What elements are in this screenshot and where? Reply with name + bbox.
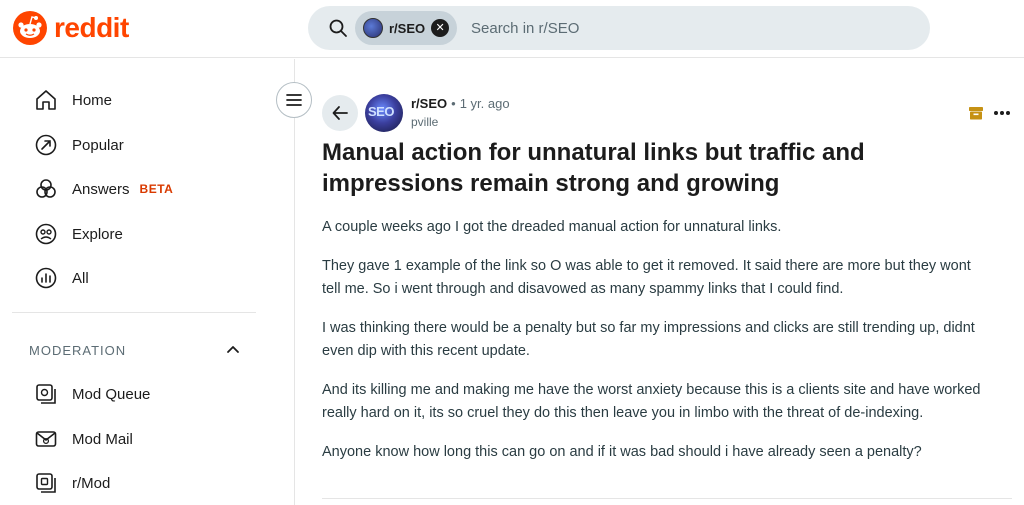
popular-icon bbox=[35, 134, 57, 156]
arrow-left-icon bbox=[332, 106, 348, 120]
logo-wordmark: reddit bbox=[54, 12, 129, 43]
search-input[interactable] bbox=[471, 14, 891, 42]
sidebar-item-r-mod[interactable]: r/Mod bbox=[34, 468, 274, 498]
post-title: Manual action for unnatural links but tr… bbox=[322, 139, 865, 197]
post-divider bbox=[322, 498, 1012, 499]
search-scope-chip: r/SEO ✕ bbox=[355, 11, 458, 45]
sidebar-item-answers[interactable]: Answers BETA bbox=[34, 174, 274, 204]
chevron-up-icon bbox=[227, 346, 239, 353]
sidebar-item-label: Answers bbox=[72, 180, 130, 198]
sidebar-divider bbox=[12, 312, 256, 313]
top-header: reddit r/SEO ✕ bbox=[0, 0, 1024, 58]
search-icon bbox=[329, 19, 347, 37]
search-scope-label: r/SEO bbox=[389, 20, 426, 36]
mod-icon bbox=[36, 473, 56, 493]
post-timestamp: 1 yr. ago bbox=[459, 96, 510, 111]
mod-queue-icon bbox=[36, 384, 56, 404]
post-paragraph: And its killing me and making me have th… bbox=[322, 382, 981, 421]
post-paragraph: A couple weeks ago I got the dreaded man… bbox=[322, 219, 782, 235]
mod-mail-icon bbox=[35, 431, 57, 447]
all-icon bbox=[35, 267, 57, 289]
sidebar-item-label: r/Mod bbox=[72, 474, 111, 492]
sidebar-item-popular[interactable]: Popular bbox=[34, 130, 274, 160]
sidebar-item-label: Home bbox=[72, 91, 113, 109]
post-paragraph: They gave 1 example of the link so O was… bbox=[322, 258, 971, 297]
sidebar-item-label: Mod Mail bbox=[72, 430, 133, 448]
post-paragraph: Anyone know how long this can go on and … bbox=[322, 444, 922, 460]
subreddit-link[interactable]: r/SEO bbox=[411, 96, 447, 111]
back-button[interactable] bbox=[322, 95, 358, 131]
post-meta: r/SEO • 1 yr. ago bbox=[411, 96, 510, 111]
archive-icon bbox=[969, 107, 983, 120]
sidebar-item-mod-queue[interactable]: Mod Queue bbox=[34, 379, 274, 409]
left-sidebar: Home Popular Answers BETA Explore All MO… bbox=[0, 59, 295, 505]
more-options-button[interactable] bbox=[990, 101, 1014, 125]
post-body: A couple weeks ago I got the dreaded man… bbox=[322, 216, 990, 480]
sidebar-item-mod-mail[interactable]: Mod Mail bbox=[34, 424, 274, 454]
sidebar-item-home[interactable]: Home bbox=[34, 85, 274, 115]
reddit-logo[interactable]: reddit bbox=[12, 10, 129, 46]
post-author[interactable]: pville bbox=[411, 115, 438, 129]
post-detail: SEO r/SEO • 1 yr. ago pville Manual acti… bbox=[296, 59, 1024, 505]
sidebar-item-explore[interactable]: Explore bbox=[34, 219, 274, 249]
answers-icon bbox=[36, 179, 56, 198]
explore-icon bbox=[35, 223, 57, 245]
sidebar-item-all[interactable]: All bbox=[34, 263, 274, 293]
subreddit-avatar-text: SEO bbox=[368, 104, 394, 119]
sidebar-item-label: Mod Queue bbox=[72, 385, 151, 403]
sidebar-item-label: All bbox=[72, 269, 89, 287]
sidebar-item-label: Explore bbox=[72, 225, 123, 243]
section-title: MODERATION bbox=[29, 342, 127, 358]
close-icon[interactable]: ✕ bbox=[431, 19, 450, 37]
moderation-section-header[interactable]: MODERATION bbox=[29, 339, 241, 361]
beta-badge: BETA bbox=[139, 182, 174, 196]
post-paragraph: I was thinking there would be a penalty … bbox=[322, 320, 975, 359]
subreddit-chip-avatar bbox=[363, 18, 383, 38]
sidebar-item-label: Popular bbox=[72, 136, 124, 154]
more-horizontal-icon bbox=[994, 111, 1010, 115]
reddit-snoo-icon bbox=[13, 11, 47, 45]
home-icon bbox=[36, 90, 56, 110]
meta-separator: • bbox=[451, 96, 456, 111]
subreddit-avatar[interactable]: SEO bbox=[365, 94, 403, 132]
